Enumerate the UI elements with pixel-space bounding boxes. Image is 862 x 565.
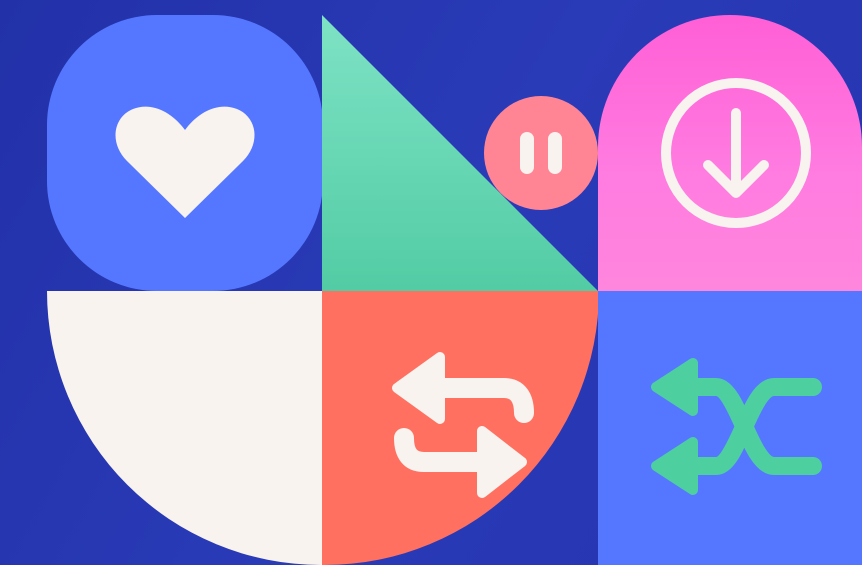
download-tile[interactable] — [598, 15, 862, 292]
shuffle-tile[interactable] — [598, 291, 862, 565]
icon-collage — [0, 0, 862, 565]
pause-icon — [520, 132, 562, 174]
heart-icon — [115, 106, 255, 218]
repeat-tile[interactable] — [322, 291, 599, 565]
cream-quarter-shape — [47, 291, 323, 565]
shuffle-icon — [651, 358, 822, 495]
heart-tile[interactable] — [47, 15, 323, 291]
pause-button[interactable] — [484, 96, 598, 210]
download-icon — [661, 78, 811, 228]
repeat-icon — [392, 352, 534, 498]
